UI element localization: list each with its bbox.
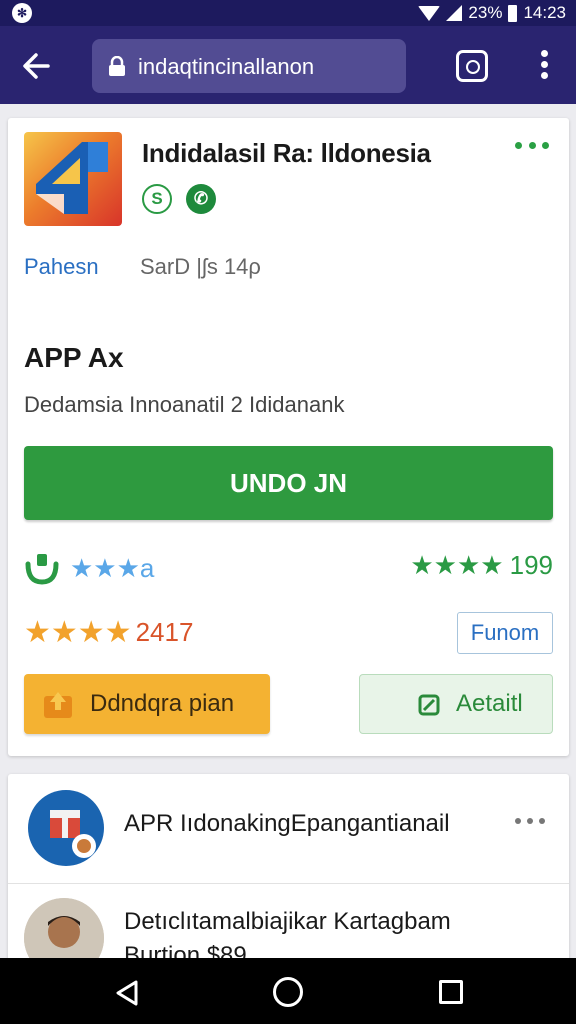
lock-icon [108, 55, 126, 76]
browser-toolbar: indaqtincinallanon [0, 26, 576, 104]
edit-icon [418, 694, 440, 716]
nav-recents-icon[interactable] [439, 980, 463, 1004]
download-label: Ddndqra pian [90, 690, 235, 717]
list-item-title: Detıclıtamalbiajikar Kartagbam [124, 908, 451, 935]
system-nav-bar [0, 958, 576, 1024]
item-more-icon[interactable] [515, 818, 545, 824]
download-icon [42, 688, 74, 720]
rating-count-orange: 2417 [135, 617, 194, 647]
list-item-title: APR IıdonakingEpangantianail [124, 810, 450, 837]
app-logo-icon[interactable] [24, 132, 122, 226]
verified-shield-icon [24, 550, 60, 586]
more-options-icon[interactable] [515, 142, 549, 154]
overflow-menu-icon[interactable] [532, 50, 556, 82]
section-description: Dedamsia Innoanatil 2 Ididanank [24, 392, 345, 417]
app-meta: SarD |ʃs 14ρ [140, 254, 261, 279]
install-button[interactable]: UNDO JN [24, 446, 553, 520]
rating-orange: ★★★★ 2417 [24, 615, 193, 650]
address-bar[interactable]: indaqtincinallanon [92, 39, 406, 93]
list-item[interactable]: APR IıdonakingEpangantianail [8, 774, 569, 884]
developer-link[interactable]: Pahesn [24, 254, 99, 280]
clock: 14:23 [523, 3, 566, 22]
rating-stars-green: ★★★★ [410, 550, 504, 580]
battery-icon [508, 4, 518, 22]
safety-badge-icon: S [142, 184, 172, 214]
phone-badge-icon: ✆ [186, 184, 216, 214]
rating-right: ★★★★ 199 [410, 550, 553, 581]
app-card: Indidalasil Ra: lldonesia S ✆ Pahesn Sar… [8, 118, 569, 756]
status-indicators: 23% 14:23 [418, 3, 566, 23]
battery-percent: 23% [468, 3, 503, 22]
rating-stars-blue: ★★★a [70, 552, 155, 583]
rating-left: ★★★a [24, 550, 154, 586]
download-button[interactable]: Ddndqra pian [24, 674, 270, 734]
vpn-key-icon: ✻ [12, 3, 32, 23]
forum-button[interactable]: Funom [457, 612, 553, 654]
tab-switcher-icon[interactable] [456, 50, 488, 82]
url-text: indaqtincinallanon [138, 54, 315, 79]
app-title: Indidalasil Ra: lldonesia [142, 138, 431, 168]
nav-back-icon[interactable] [114, 980, 140, 1006]
rating-stars-orange: ★★★★ [24, 616, 132, 649]
detail-button[interactable]: Aetaitl [359, 674, 553, 734]
wifi-icon [418, 5, 441, 21]
nav-home-icon[interactable] [273, 977, 303, 1007]
related-list: APR IıdonakingEpangantianail Detıclıtama… [8, 774, 569, 978]
signal-icon [446, 5, 463, 21]
gift-avatar-icon [28, 790, 104, 866]
rating-count-green: 199 [509, 550, 553, 580]
detail-label: Aetaitl [456, 690, 523, 717]
section-title: APP Aх [24, 342, 124, 373]
status-bar: ✻ 23% 14:23 [0, 0, 576, 26]
back-arrow-icon[interactable] [18, 46, 58, 86]
